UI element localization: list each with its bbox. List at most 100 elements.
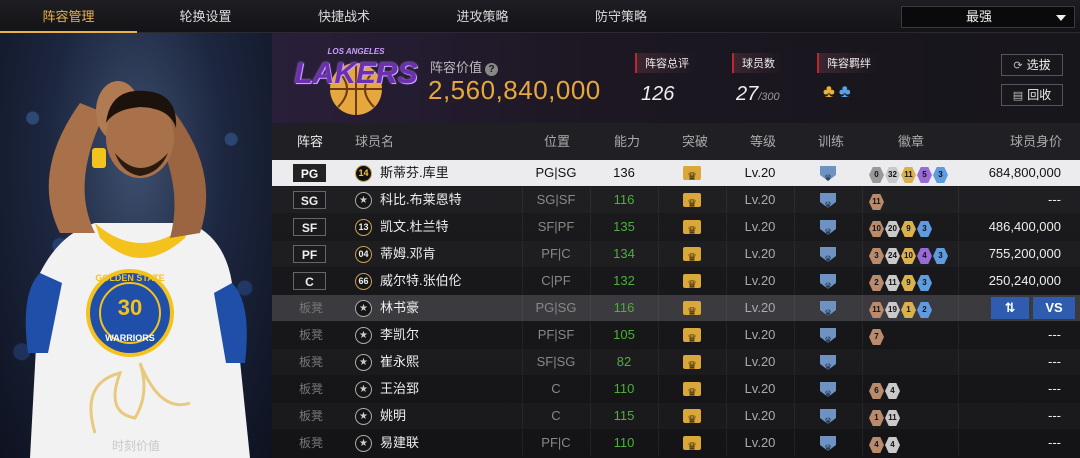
player-name[interactable]: 王治郅 [380,376,419,402]
table-row[interactable]: PF04蒂姆.邓肯PF|C134Lv.203241043755,200,000 [272,241,1080,271]
shield-icon[interactable] [820,274,836,289]
shield-icon[interactable] [820,436,836,451]
crown-icon[interactable] [683,245,701,271]
badge-group[interactable]: 64 [869,381,901,399]
slot-bench-label: 板凳 [298,301,323,315]
table-row[interactable]: C 66 威尔特.张伯伦 C|PF 132 Lv.20 21193 250,240,000 [272,268,1080,298]
player-name[interactable]: 科比.布莱恩特 [380,187,462,213]
badge-group[interactable]: 11 [869,192,885,210]
training-cell [794,268,862,294]
breakthrough-cell [658,160,726,190]
lineup-select[interactable]: 最强 [901,6,1075,28]
shield-icon[interactable] [820,166,836,181]
player-worth: 250,240,000 [988,273,1061,288]
stat-bonds: 阵容羁绊 ♣ ♣ [817,53,879,102]
badge-icon: 3 [933,167,948,183]
player-card[interactable]: GOLDEN STATE 30 WARRIORS 时刻价值 [0,33,272,458]
badge-group[interactable]: 0 32 11 5 3 [869,165,949,183]
player-name[interactable]: 蒂姆.邓肯 [380,241,436,267]
tab-rotation[interactable]: 轮换设置 [137,0,274,33]
table-row[interactable]: SF 13 凯文.杜兰特 SF|PF 135 Lv.20 102093 486,400,000 [272,214,1080,244]
col-ability: 能力 [614,134,641,149]
badge-icon: 0 [869,167,884,183]
tab-offense[interactable]: 进攻策略 [414,0,551,33]
star-icon: ★ [355,381,372,398]
badge-group[interactable]: 2 11 9 3 [869,273,933,291]
table-row[interactable]: PG 14 斯蒂芬.库里 PG|SG 136 Lv.20 0321153 684,800,00… [272,160,1080,190]
player-level: Lv.20 [744,408,776,423]
crown-icon[interactable] [683,407,701,433]
slot-bench-label: 板凳 [298,409,323,423]
table-row[interactable]: SG ★ 科比.布莱恩特 SG|SF 116 Lv.20 11 --- [272,187,1080,217]
crown-icon[interactable] [683,164,701,190]
shield-icon[interactable] [820,355,836,370]
document-icon: ▤ [1012,90,1024,102]
table-row[interactable]: 板凳 ★ 崔永熙 SF|SG 82 Lv.20 --- [272,349,1080,379]
shield-icon[interactable] [820,301,836,316]
breakthrough-cell [658,349,726,379]
col-position: 位置 [544,134,571,149]
shield-icon[interactable] [820,409,836,424]
count-number: 27 [736,83,759,105]
shield-icon[interactable] [820,328,836,343]
tab-defense[interactable]: 防守策略 [551,0,691,33]
crown-icon[interactable] [683,380,701,406]
training-cell [794,403,862,429]
crown-icon[interactable] [683,326,701,352]
badge-group[interactable]: 7 [869,327,885,345]
column-divider [958,241,959,267]
col-breakthrough: 突破 [682,134,709,149]
shield-icon[interactable] [820,247,836,262]
player-ability: 116 [613,300,635,315]
rating-value: 126 [641,83,675,105]
player-name[interactable]: 林书豪 [380,295,419,321]
count-label: 球员数 [732,53,783,73]
badge-group[interactable]: 10 20 9 3 [869,219,933,237]
crown-icon[interactable] [683,299,701,325]
recycle-button[interactable]: ▤ 回收 [1001,84,1063,106]
table-row[interactable]: 板凳 ★ 易建联 PF|C 110 Lv.20 44 --- [272,430,1080,458]
lineup-header: LOS ANGELES LAKERS 阵容价值? 2,560,840,000 阵… [272,33,1080,123]
player-name[interactable]: 凯文.杜兰特 [380,214,449,240]
badge-group[interactable]: 3 24 10 4 3 [869,246,949,264]
swap-button[interactable]: ⇅ [991,297,1029,319]
badge-group[interactable]: 11 19 1 2 [869,300,933,318]
player-name[interactable]: 李凯尔 [380,322,419,348]
player-name[interactable]: 崔永熙 [380,349,419,375]
player-name[interactable]: 姚明 [380,403,406,429]
table-row[interactable]: 板凳 ★ 林书豪 PG|SG 116 Lv.20 111912 ⇅VS [272,295,1080,325]
crown-icon[interactable] [683,353,701,379]
bond-icons[interactable]: ♣ ♣ [823,81,879,102]
tab-lineup[interactable]: 阵容管理 [0,0,137,33]
tab-quick-tactics[interactable]: 快捷战术 [274,0,414,33]
player-name[interactable]: 易建联 [380,430,419,456]
badge-icon: 6 [869,383,884,399]
badge-group[interactable]: 1 11 [869,408,901,426]
shield-icon[interactable] [820,193,836,208]
col-worth: 球员身价 [1010,134,1063,149]
player-name[interactable]: 斯蒂芬.库里 [380,160,449,186]
table-row[interactable]: 板凳 ★ 王治郅 C 110 Lv.20 64 --- [272,376,1080,406]
crown-icon[interactable] [683,272,701,298]
breakthrough-cell [658,241,726,271]
compare-button[interactable]: VS [1033,297,1075,319]
crown-icon[interactable] [683,218,701,244]
shield-icon[interactable] [820,382,836,397]
refresh-icon: ⟳ [1013,60,1023,72]
player-worth: --- [1048,354,1061,369]
scout-button[interactable]: ⟳ 选拔 [1001,54,1063,76]
badge-icon: 10 [901,248,916,264]
table-row[interactable]: 板凳 ★ 李凯尔 PF|SF 105 Lv.20 7 --- [272,322,1080,352]
table-row[interactable]: 板凳 ★ 姚明 C 115 Lv.20 111 --- [272,403,1080,433]
badge-group[interactable]: 44 [869,435,901,453]
player-ability: 132 [613,273,635,288]
badge-icon: 4 [885,437,900,453]
player-name[interactable]: 威尔特.张伯伦 [380,268,462,294]
training-cell [794,241,862,267]
player-worth: --- [1048,408,1061,423]
crown-icon[interactable] [683,191,701,217]
crown-icon[interactable] [683,434,701,458]
player-position: C [551,408,561,423]
player-level: Lv.20 [744,435,776,450]
shield-icon[interactable] [820,220,836,235]
